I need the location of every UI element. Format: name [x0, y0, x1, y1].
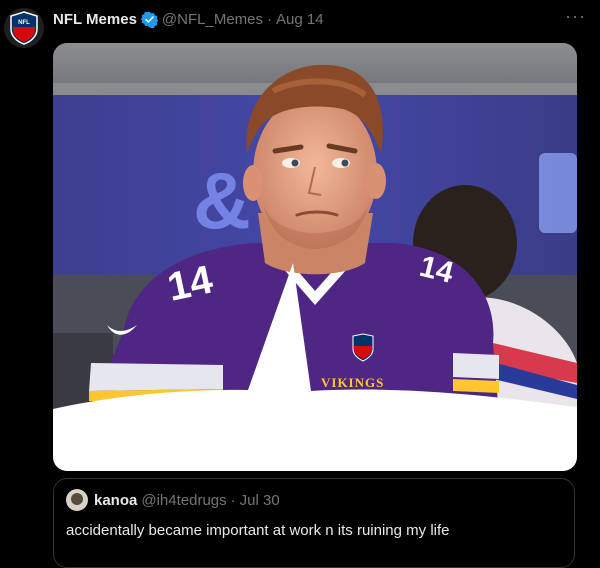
verified-badge-icon	[140, 11, 158, 28]
quoted-tweet-text: accidentally became important at work n …	[66, 522, 450, 539]
author-handle[interactable]: @NFL_Memes	[162, 11, 263, 28]
author-avatar[interactable]: NFL	[4, 8, 44, 48]
quoted-tweet-date[interactable]: Jul 30	[240, 492, 280, 509]
more-options-button[interactable]: ···	[565, 7, 586, 25]
avatar-text: NFL	[18, 20, 30, 26]
author-name[interactable]: NFL Memes	[53, 11, 137, 28]
tweet-date[interactable]: Aug 14	[276, 11, 324, 28]
quoted-separator: ·	[230, 491, 236, 509]
tweet-header: NFL Memes @NFL_Memes · Aug 14	[53, 9, 580, 29]
nfl-shield-icon: NFL	[10, 11, 38, 45]
quoted-tweet-header: kanoa @ih4tedrugs · Jul 30	[66, 489, 280, 511]
background-glyph: &	[193, 156, 251, 245]
tweet-media-image[interactable]: & 14 14 VIKINGS	[53, 43, 577, 471]
quoted-tweet[interactable]: kanoa @ih4tedrugs · Jul 30 accidentally …	[53, 478, 575, 568]
separator: ·	[267, 10, 273, 28]
quoted-author-avatar[interactable]	[66, 489, 88, 511]
quoted-author-name[interactable]: kanoa	[94, 492, 137, 509]
quoted-author-handle[interactable]: @ih4tedrugs	[141, 492, 226, 509]
jersey-wordmark: VIKINGS	[321, 375, 384, 390]
